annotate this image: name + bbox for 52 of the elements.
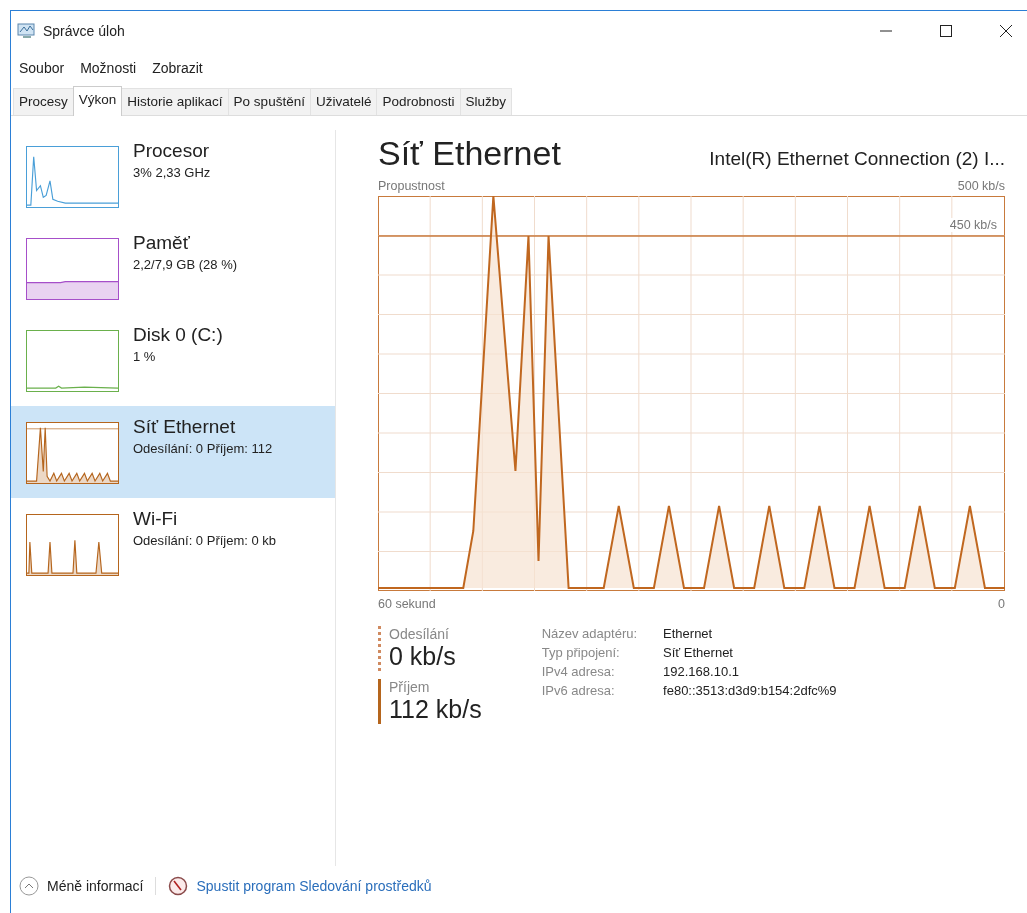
maximize-icon[interactable] (939, 24, 953, 38)
task-manager-icon (17, 22, 37, 40)
axis-label: 0 (998, 597, 1005, 611)
resource-name: Wi-Fi (133, 508, 179, 530)
resource-detail: 3% 2,33 GHz (133, 165, 211, 180)
close-icon[interactable] (999, 24, 1013, 38)
detail-label: IPv6 adresa: (541, 683, 616, 698)
axis-label: 60 sekund (378, 597, 436, 611)
tab[interactable]: Procesy (13, 88, 74, 115)
sidebar-item[interactable]: Síť Ethernet Odesílání: 0 Příjem: 112 (11, 406, 335, 498)
window-title: Správce úloh (43, 23, 125, 39)
tab[interactable]: Služby (459, 88, 513, 115)
tab[interactable]: Podrobnosti (376, 88, 461, 115)
resource-detail: 2,2/7,9 GB (28 %) (133, 257, 238, 272)
fewer-details-button[interactable]: Méně informací (47, 878, 144, 894)
collapse-icon[interactable] (19, 876, 39, 896)
detail-value: Ethernet (663, 626, 714, 641)
tab[interactable]: Po spuštění (227, 88, 311, 115)
stat-label: Příjem (389, 679, 431, 695)
adapter-name: Intel(R) Ethernet Connection (2) I... (709, 148, 1005, 170)
resource-name: Disk 0 (C:) (133, 324, 223, 346)
menu-item[interactable]: Možnosti (80, 60, 137, 76)
menu-item[interactable]: Soubor (19, 60, 65, 76)
graph-max-label: 500 kb/s (957, 179, 1005, 193)
resource-detail: Odesílání: 0 Příjem: 0 kb (133, 533, 277, 548)
detail-label: IPv4 adresa: (541, 664, 616, 679)
stat-value: 112 kb/s (389, 695, 482, 724)
resource-name: Paměť (133, 232, 191, 254)
tab[interactable]: Uživatelé (309, 88, 378, 115)
sidebar-item[interactable]: Wi-Fi Odesílání: 0 Příjem: 0 kb (11, 498, 335, 590)
stat-label: Odesílání (389, 626, 450, 642)
detail-value: Síť Ethernet (663, 645, 734, 660)
marker-label: 450 kb/s (949, 218, 997, 232)
detail-value: fe80::3513:d3d9:b154:2dfc%9 (663, 683, 837, 698)
stat-value: 0 kb/s (389, 642, 457, 671)
resource-monitor-link[interactable]: Spustit program Sledování prostředků (196, 878, 432, 894)
sidebar-item[interactable]: Paměť 2,2/7,9 GB (28 %) (11, 222, 335, 314)
resource-detail: 1 % (133, 349, 157, 364)
resource-name: Síť Ethernet (133, 416, 237, 438)
graph-label: Propustnost (378, 179, 445, 193)
detail-value: 192.168.10.1 (663, 664, 740, 679)
resource-monitor-icon[interactable] (168, 876, 189, 896)
resource-title: Síť Ethernet (378, 134, 561, 173)
detail-label: Název adaptéru: (541, 626, 638, 641)
sidebar-item[interactable]: Procesor 3% 2,33 GHz (11, 130, 335, 222)
resource-name: Procesor (133, 140, 211, 162)
detail-label: Typ připojení: (541, 645, 621, 660)
sidebar-item[interactable]: Disk 0 (C:) 1 % (11, 314, 335, 406)
resource-detail: Odesílání: 0 Příjem: 112 (133, 441, 273, 456)
tab[interactable]: Historie aplikací (121, 88, 229, 115)
tab[interactable]: Výkon (72, 86, 123, 116)
menu-item[interactable]: Zobrazit (152, 60, 203, 76)
